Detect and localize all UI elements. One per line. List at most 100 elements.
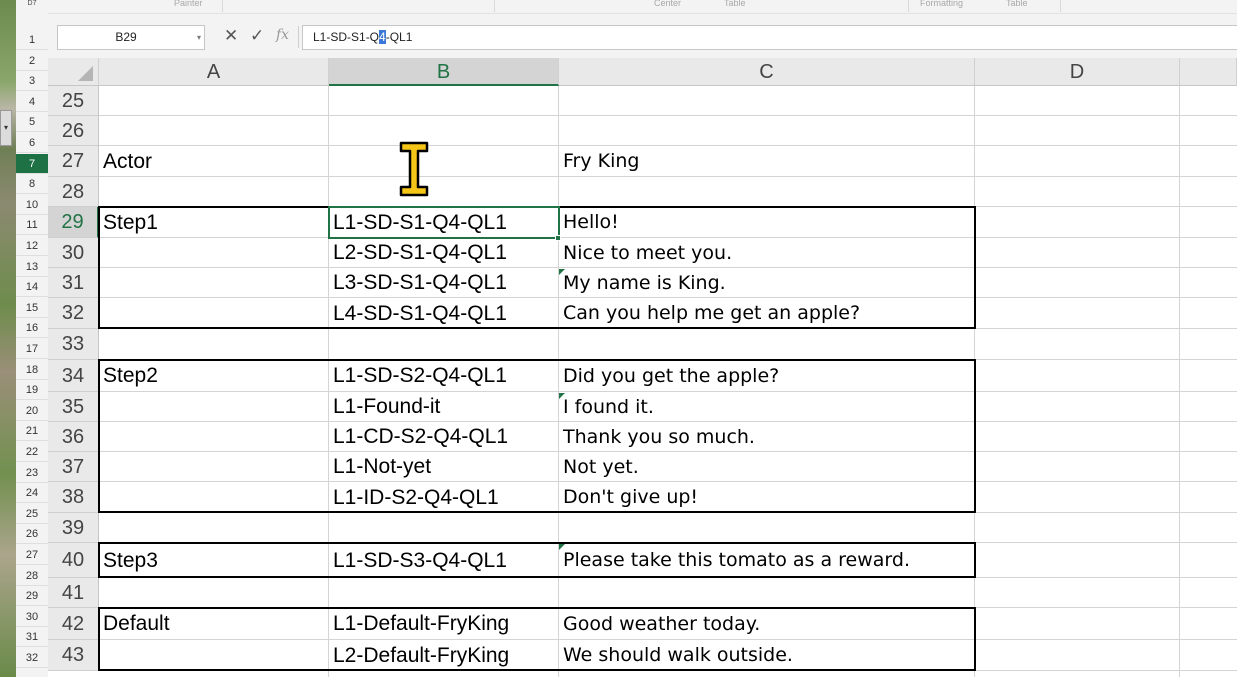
column-header-c[interactable]: C [559, 58, 975, 86]
ribbon-label-table-2[interactable]: Table [1006, 0, 1028, 8]
ribbon-label-format-painter[interactable]: Painter [174, 0, 203, 8]
cell-c35[interactable]: I found it. [559, 392, 654, 422]
insert-function-icon[interactable]: fx [276, 27, 289, 43]
row-header[interactable]: 32 [48, 298, 99, 329]
spreadsheet-grid[interactable]: A B C D 25 26 27 Actor Fry King 28 29 Step1 L1-SD-S1… [48, 58, 1237, 677]
cell-b39[interactable] [329, 513, 333, 543]
cell-a34[interactable]: Step2 [99, 360, 158, 392]
row-header[interactable]: 31 [48, 268, 99, 298]
cell-a27[interactable]: Actor [99, 146, 152, 177]
row-header[interactable]: 37 [48, 452, 99, 482]
cell-c42[interactable]: Good weather today. [559, 608, 760, 640]
cell-a31[interactable] [99, 268, 103, 298]
cell-a32[interactable] [99, 298, 103, 329]
cell-a37[interactable] [99, 452, 103, 482]
background-row-number[interactable]: 7 [16, 153, 48, 174]
background-row-number[interactable]: 27 [16, 545, 48, 565]
row-header[interactable]: 35 [48, 392, 99, 422]
cell-c36[interactable]: Thank you so much. [559, 422, 755, 452]
cell-c27[interactable]: Fry King [559, 146, 639, 177]
cell-c37[interactable]: Not yet. [559, 452, 639, 482]
cell-b34[interactable]: L1-SD-S2-Q4-QL1 [329, 360, 507, 392]
row-header[interactable]: 28 [48, 177, 99, 207]
background-row-number[interactable]: 3 [16, 71, 48, 92]
cell-b30[interactable]: L2-SD-S1-Q4-QL1 [329, 238, 507, 268]
cell-b43[interactable]: L2-Default-FryKing [329, 640, 509, 671]
cell-a42[interactable]: Default [99, 608, 170, 640]
cell-b42[interactable]: L1-Default-FryKing [329, 608, 509, 640]
cell-b32[interactable]: L4-SD-S1-Q4-QL1 [329, 298, 507, 329]
cell-a29[interactable]: Step1 [99, 207, 158, 238]
background-scroll-arrow[interactable]: ▾ [0, 110, 12, 146]
row-header[interactable]: 34 [48, 360, 99, 392]
cell-b27[interactable] [329, 146, 333, 177]
cell-b33[interactable] [329, 329, 333, 360]
cell-a26[interactable] [99, 116, 103, 146]
cell-b41[interactable] [329, 578, 333, 608]
cell-a25[interactable] [99, 86, 103, 116]
name-box[interactable]: B29 ▾ [57, 25, 205, 50]
cell-c26[interactable] [559, 116, 563, 146]
ribbon-label-formatting[interactable]: Formatting [920, 0, 963, 8]
column-header-d[interactable]: D [975, 58, 1180, 86]
background-row-number[interactable]: 13 [16, 257, 48, 277]
row-header[interactable]: 29 [48, 207, 99, 238]
cell-c25[interactable] [559, 86, 563, 116]
cell-a40[interactable]: Step3 [99, 543, 158, 578]
cell-b35[interactable]: L1-Found-it [329, 392, 440, 422]
background-row-number[interactable]: 4 [16, 92, 48, 112]
cell-c43[interactable]: We should walk outside. [559, 640, 793, 671]
background-row-number[interactable]: 17 [16, 339, 48, 359]
background-row-number[interactable]: 31 [16, 627, 48, 648]
row-header[interactable]: 36 [48, 422, 99, 452]
row-header[interactable]: 25 [48, 86, 99, 116]
background-row-number[interactable]: 32 [16, 648, 48, 668]
cell-c28[interactable] [559, 177, 563, 207]
cell-b38[interactable]: L1-ID-S2-Q4-QL1 [329, 482, 499, 513]
background-row-number[interactable]: 2 [16, 51, 48, 71]
row-header[interactable]: 41 [48, 578, 99, 608]
ribbon-label-center[interactable]: Center [654, 0, 681, 8]
row-header[interactable]: 30 [48, 238, 99, 268]
background-row-number[interactable]: 24 [16, 483, 48, 504]
cell-a41[interactable] [99, 578, 103, 608]
cell-b31[interactable]: L3-SD-S1-Q4-QL1 [329, 268, 507, 298]
cell-c33[interactable] [559, 329, 563, 360]
cell-a28[interactable] [99, 177, 103, 207]
background-row-number[interactable]: 14 [16, 277, 48, 298]
background-row-number[interactable]: 21 [16, 421, 48, 442]
row-header[interactable]: 39 [48, 513, 99, 543]
cell-c40[interactable]: Please take this tomato as a reward. [559, 543, 910, 578]
cell-b26[interactable] [329, 116, 333, 146]
formula-input[interactable]: L1-SD-S1-Q4-QL1 [302, 25, 1237, 50]
cell-b36[interactable]: L1-CD-S2-Q4-QL1 [329, 422, 508, 452]
ribbon-label-table[interactable]: Table [724, 0, 746, 8]
background-row-number[interactable]: 16 [16, 318, 48, 339]
cell-c39[interactable] [559, 513, 563, 543]
column-header-a[interactable]: A [99, 58, 329, 86]
background-row-number[interactable]: 29 [16, 586, 48, 607]
background-row-number[interactable]: 28 [16, 566, 48, 586]
cell-a43[interactable] [99, 640, 103, 671]
select-all-button[interactable] [48, 58, 99, 86]
cell-a36[interactable] [99, 422, 103, 452]
row-header[interactable]: 33 [48, 329, 99, 360]
row-header[interactable]: 38 [48, 482, 99, 513]
background-row-number[interactable]: 8 [16, 174, 48, 195]
cell-c34[interactable]: Did you get the apple? [559, 360, 779, 392]
cell-c41[interactable] [559, 578, 563, 608]
cell-c29[interactable]: Hello! [559, 207, 619, 238]
cell-c30[interactable]: Nice to meet you. [559, 238, 732, 268]
background-row-number[interactable]: 25 [16, 504, 48, 524]
background-row-number[interactable]: 26 [16, 524, 48, 545]
cell-a35[interactable] [99, 392, 103, 422]
row-header[interactable]: 42 [48, 608, 99, 640]
background-row-number[interactable]: 20 [16, 401, 48, 421]
column-header-next[interactable] [1180, 58, 1237, 86]
background-row-number[interactable]: 10 [16, 195, 48, 215]
cell-a39[interactable] [99, 513, 103, 543]
cell-a33[interactable] [99, 329, 103, 360]
column-header-b[interactable]: B [329, 58, 559, 86]
row-header[interactable]: 40 [48, 543, 99, 578]
cell-c38[interactable]: Don't give up! [559, 482, 698, 513]
